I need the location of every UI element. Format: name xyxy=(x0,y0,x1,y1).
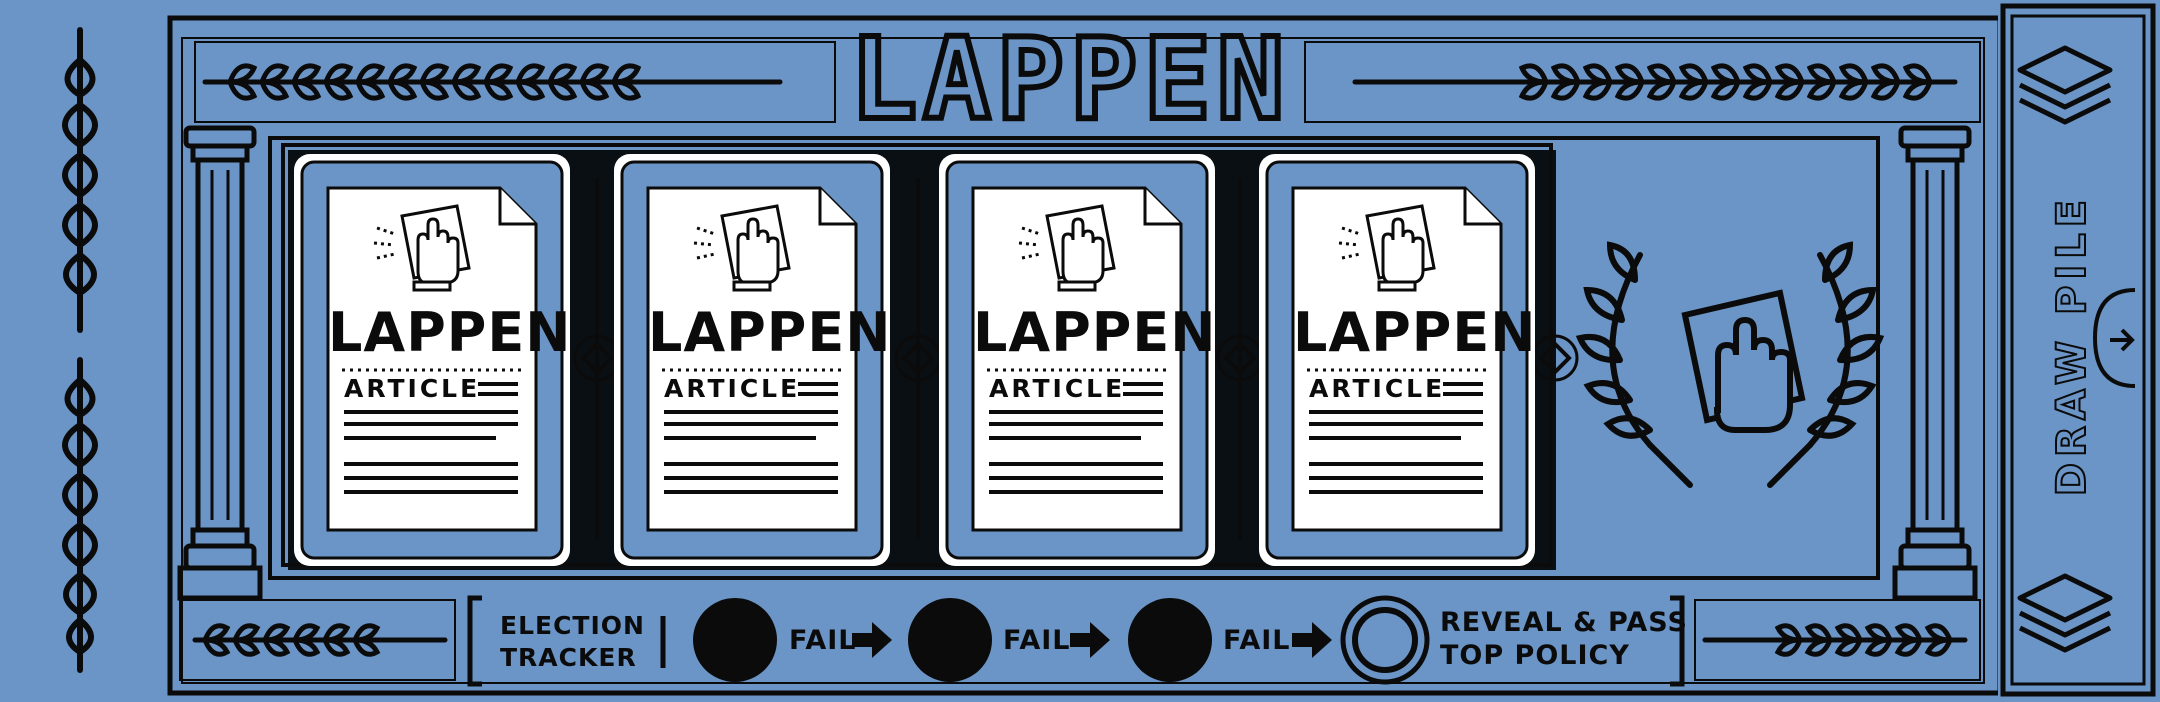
tracker-step-2-token[interactable] xyxy=(908,598,992,682)
policy-card-subtitle: ARTICLE xyxy=(989,374,1126,403)
policy-card-title: LAPPEN xyxy=(1293,301,1537,364)
tracker-label-line1: ELECTION xyxy=(500,611,645,640)
policy-card-title: LAPPEN xyxy=(648,301,892,364)
tracker-step-1-token[interactable] xyxy=(693,598,777,682)
draw-pile-label[interactable]: DRAW PILE xyxy=(2048,193,2096,497)
tracker-final-line1: REVEAL & PASS xyxy=(1440,607,1688,638)
draw-pile-label-wrap: DRAW PILE xyxy=(2017,193,2127,497)
tracker-step-1-label: FAIL xyxy=(789,625,857,656)
policy-card-title: LAPPEN xyxy=(973,301,1217,364)
policy-card-title: LAPPEN xyxy=(328,301,572,364)
election-tracker-label: ELECTION TRACKER xyxy=(500,610,645,674)
tracker-final-label: REVEAL & PASS TOP POLICY xyxy=(1440,606,1688,672)
tracker-step-2-label: FAIL xyxy=(1003,625,1071,656)
tracker-step-3-label: FAIL xyxy=(1223,625,1291,656)
tracker-step-3-token[interactable] xyxy=(1128,598,1212,682)
tracker-label-line2: TRACKER xyxy=(500,643,637,672)
tracker-final-line2: TOP POLICY xyxy=(1440,640,1630,671)
board-title: LAPPEN xyxy=(847,15,1291,145)
policy-card-subtitle: ARTICLE xyxy=(344,374,481,403)
policy-card-subtitle: ARTICLE xyxy=(664,374,801,403)
policy-card-subtitle: ARTICLE xyxy=(1309,374,1446,403)
left-side-panel xyxy=(0,0,165,702)
